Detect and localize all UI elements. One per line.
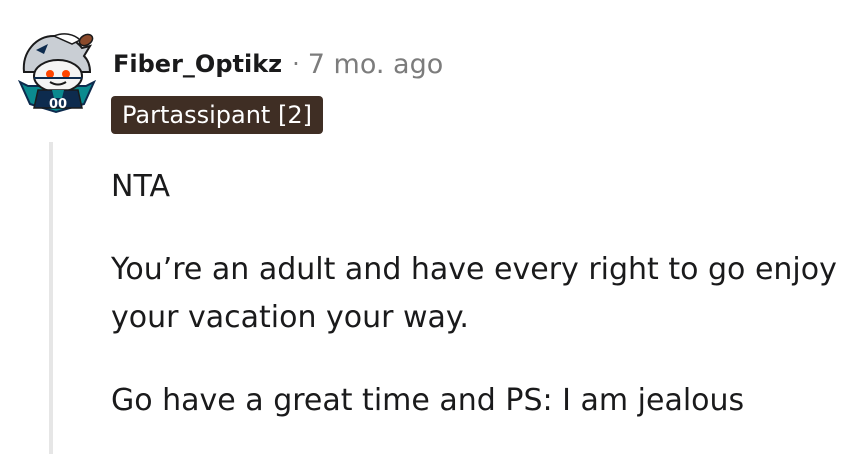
comment-paragraph: You’re an adult and have every right to … (111, 252, 837, 335)
comment-paragraph: Go have a great time and PS: I am jealou… (111, 383, 745, 418)
helmet-number: 00 (49, 97, 67, 112)
comment-header: Fiber_Optikz · 7 mo. ago (113, 44, 443, 84)
user-flair-badge: Partassipant [2] (111, 96, 323, 134)
comment-body: NTA You’re an adult and have every right… (111, 163, 841, 460)
timestamp-link[interactable]: 7 mo. ago (308, 49, 443, 80)
comment: 00 Fiber_Optikz · 7 mo. ago Partassipant… (0, 0, 852, 454)
comment-paragraph: NTA (111, 169, 170, 204)
user-avatar[interactable]: 00 (14, 28, 100, 122)
collapse-thread-line[interactable] (49, 142, 53, 454)
snoo-football-helmet-avatar-icon: 00 (17, 33, 97, 114)
meta-separator: · (292, 50, 300, 78)
username-link[interactable]: Fiber_Optikz (113, 50, 282, 78)
